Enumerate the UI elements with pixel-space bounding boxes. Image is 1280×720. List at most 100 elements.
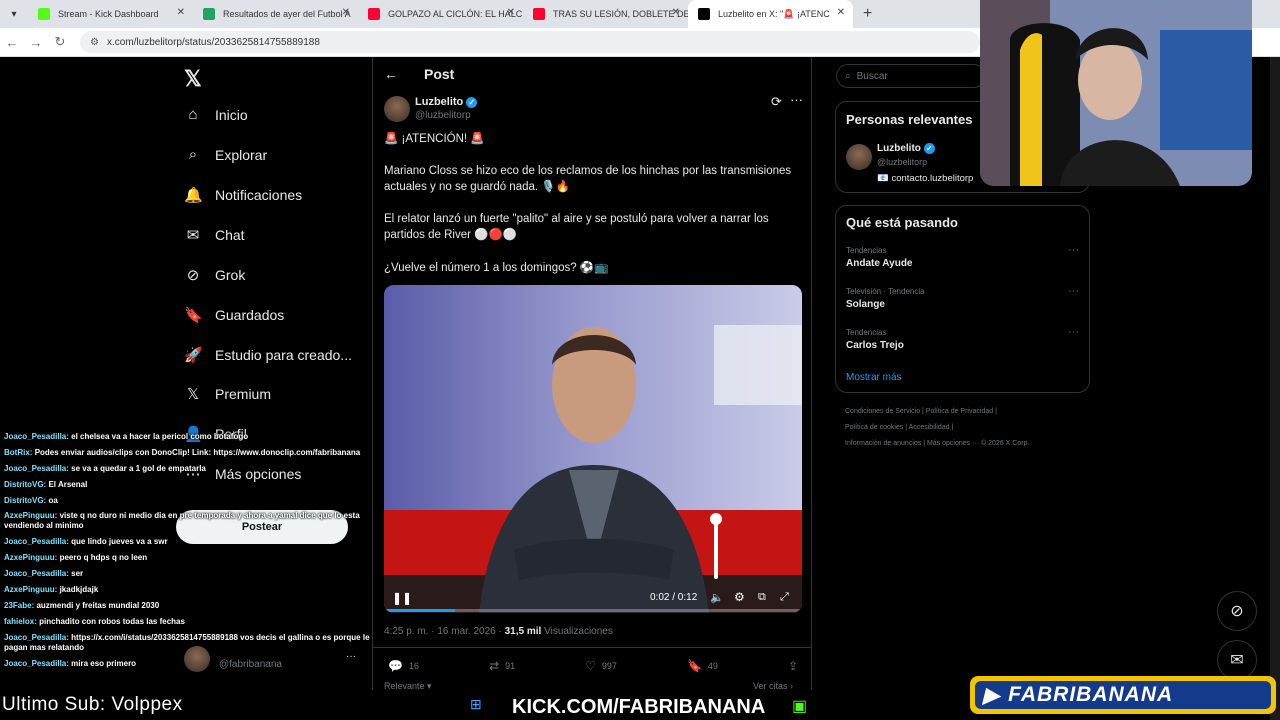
browser-tab[interactable]: Resultados de ayer del Futbol A ✕: [193, 0, 358, 28]
more-options-icon[interactable]: ···: [790, 92, 803, 107]
tab-search-icon[interactable]: ▾: [0, 0, 28, 28]
trend-name[interactable]: Solange: [846, 299, 885, 310]
x-logo-icon[interactable]: 𝕏: [184, 66, 202, 92]
progress-track[interactable]: [384, 609, 802, 612]
grok-fab-button[interactable]: ⊘: [1217, 591, 1257, 631]
chat-text: que lindo jueves va a swr: [71, 537, 168, 547]
repost-button[interactable]: ⇄ 91: [489, 659, 515, 673]
volume-slider-handle[interactable]: [710, 513, 722, 525]
trend-more-icon[interactable]: ···: [1068, 326, 1079, 338]
chat-text: ser: [71, 569, 84, 579]
scrollbar[interactable]: [1270, 57, 1280, 720]
nav-item-inicio[interactable]: ⌂ Inicio: [184, 106, 247, 123]
bookmark-button[interactable]: 🔖 49: [687, 659, 718, 673]
show-more-link[interactable]: Mostrar más: [846, 372, 902, 383]
volume-icon[interactable]: 🔈: [710, 591, 724, 604]
browser-tab[interactable]: Stream - Kick Dashboard ✕: [28, 0, 193, 28]
forward-icon[interactable]: →: [24, 35, 48, 50]
trend-more-icon[interactable]: ···: [1068, 285, 1079, 297]
nav-item-guardados[interactable]: 🔖 Guardados: [184, 306, 284, 324]
post-timestamp[interactable]: 4:25 p. m. · 16 mar. 2026 ·: [384, 626, 505, 637]
chat-message: Joaco_Pesadilla: ser: [4, 569, 370, 579]
tab-close-icon[interactable]: ✕: [507, 7, 515, 18]
volume-slider[interactable]: [714, 517, 718, 579]
post-meta: 4:25 p. m. · 16 mar. 2026 · 31,5 mil Vis…: [384, 626, 613, 637]
chat-username: DistritoVG:: [4, 495, 47, 505]
mail-icon: ✉: [1230, 652, 1244, 669]
messages-fab-button[interactable]: ✉: [1217, 640, 1257, 680]
nav-item-estudio[interactable]: 🚀 Estudio para creado...: [184, 346, 352, 364]
chat-text: auzmendi y freitas mundial 2030: [36, 600, 160, 610]
pause-icon[interactable]: ❚❚: [392, 591, 412, 605]
tab-title: Resultados de ayer del Futbol A: [223, 9, 351, 19]
nav-item-label: Chat: [215, 227, 245, 243]
trends-card: Qué está pasando Tendencias Andate Ayude ·…: [835, 205, 1090, 393]
verified-badge-icon: ✓: [466, 96, 478, 108]
relevant-name-row[interactable]: Luzbelito ✓: [877, 143, 935, 154]
repost-icon: ⇄: [489, 659, 500, 673]
fullscreen-icon[interactable]: ⤢: [780, 591, 789, 604]
tab-close-icon[interactable]: ✕: [672, 7, 680, 18]
video-player[interactable]: ❚❚ 0:02 / 0:12 🔈 ⚙ ⧉ ⤢: [384, 285, 802, 613]
tab-close-icon[interactable]: ✕: [342, 7, 350, 18]
relevant-avatar[interactable]: [846, 144, 872, 170]
video-frame: [384, 285, 802, 613]
nav-item-explorar[interactable]: ⌕ Explorar: [184, 146, 267, 163]
nav-item-chat[interactable]: ✉ Chat: [184, 226, 245, 244]
mail-icon: ✉: [186, 227, 200, 244]
share-button[interactable]: ⇪: [788, 659, 798, 673]
footer-links-2[interactable]: Política de cookies | Accesibilidad |: [845, 424, 953, 431]
settings-icon[interactable]: ⚙: [734, 590, 745, 604]
tab-close-icon[interactable]: ✕: [837, 7, 845, 18]
tab-close-icon[interactable]: ✕: [177, 7, 185, 18]
footer-links-3[interactable]: Información de anuncios | Más opciones ·…: [845, 440, 1029, 447]
author-avatar[interactable]: [384, 96, 410, 122]
chat-message: BotRix: Podes enviar audios/clips con Do…: [4, 448, 370, 458]
tab-title: Stream - Kick Dashboard: [58, 9, 159, 19]
trend-category: Tendencias: [846, 246, 887, 255]
browser-tab[interactable]: Luzbelito en X: "🚨 ¡ATENC ✕: [688, 0, 853, 28]
windows-start-icon[interactable]: ⊞: [470, 696, 482, 713]
footer-links-1[interactable]: Condiciones de Servicio | Política de Pr…: [845, 408, 997, 415]
chat-username: Joaco_Pesadilla:: [4, 632, 69, 642]
reload-icon[interactable]: ↻: [48, 34, 72, 50]
like-count: 997: [601, 661, 617, 671]
post-header: ← Post: [384, 66, 454, 82]
nav-item-grok[interactable]: ⊘ Grok: [184, 266, 246, 284]
relevant-people-title: Personas relevantes: [846, 112, 973, 127]
rocket-icon: 🚀: [184, 347, 203, 364]
brand-banner: ▶ FABRIBANANA: [970, 676, 1276, 714]
site-info-icon[interactable]: ⚙: [90, 37, 99, 48]
chat-text: viste q no duro ni medio dia en pre temp…: [4, 511, 360, 531]
browser-tab[interactable]: TRAS SU LESIÓN, DOBLETE DE ✕: [523, 0, 688, 28]
video-time: 0:02 / 0:12: [650, 592, 698, 603]
url-field[interactable]: ⚙ x.com/luzbelitorp/status/2033625814755…: [80, 31, 980, 53]
search-input[interactable]: ⌕ Buscar: [836, 64, 986, 88]
picture-in-picture-icon[interactable]: ⧉: [758, 591, 766, 604]
trend-name[interactable]: Andate Ayude: [846, 258, 913, 269]
grok-icon: ⊘: [1230, 603, 1244, 620]
browser-tab[interactable]: GOLPAZO AL CICLÓN: EL HALC ✕: [358, 0, 523, 28]
trend-name[interactable]: Carlos Trejo: [846, 340, 904, 351]
author-handle[interactable]: @luzbelitorp: [415, 110, 471, 121]
like-button[interactable]: ♡ 997: [585, 659, 617, 673]
views-label: Visualizaciones: [541, 626, 613, 637]
nav-item-premium[interactable]: 𝕏 Premium: [184, 385, 271, 403]
reply-icon: 💬: [388, 659, 403, 673]
post-actions: 💬 16 ⇄ 91 ♡ 997 🔖 49 ⇪: [388, 659, 798, 673]
grok-explain-icon[interactable]: ⟳: [771, 94, 782, 110]
back-arrow-icon[interactable]: ←: [384, 66, 398, 82]
chat-message: Joaco_Pesadilla: mira eso primero: [4, 659, 370, 669]
search-icon: ⌕: [188, 146, 198, 163]
progress-fill: [384, 609, 456, 612]
back-icon[interactable]: ←: [0, 35, 24, 50]
chat-text: El Arsenal: [48, 479, 88, 489]
verified-badge-icon: ✓: [923, 143, 935, 154]
nav-item-notificaciones[interactable]: 🔔 Notificaciones: [184, 186, 302, 204]
trend-more-icon[interactable]: ···: [1068, 244, 1079, 256]
post-text-line: El relator lanzó un fuerte "palito" al a…: [384, 213, 769, 241]
new-tab-button[interactable]: +: [863, 5, 872, 23]
search-icon: ⌕: [845, 70, 851, 82]
reply-button[interactable]: 💬 16: [388, 659, 419, 673]
author-name-row[interactable]: Luzbelito ✓: [415, 96, 478, 108]
